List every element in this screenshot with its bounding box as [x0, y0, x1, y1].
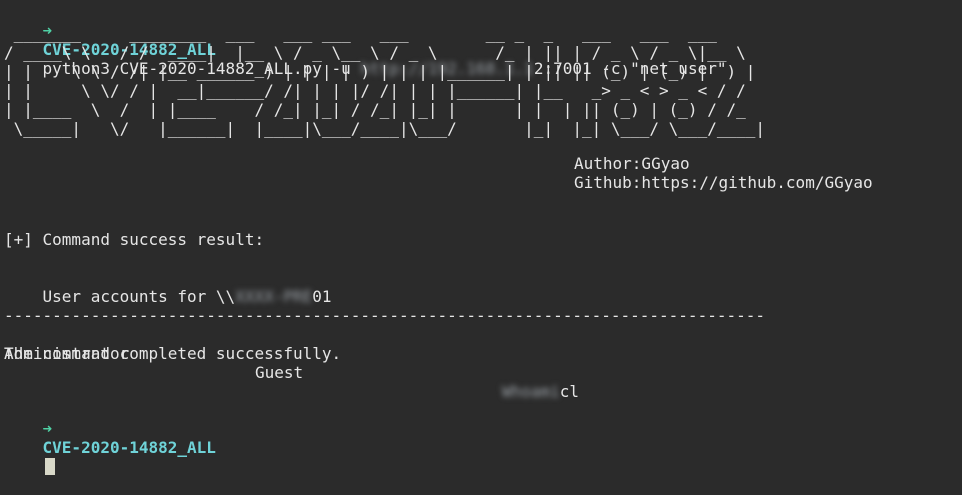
- accounts-row: Administrator Guest Whoamicl: [4, 325, 579, 401]
- account-guest: Guest: [255, 363, 304, 382]
- prompt-line[interactable]: ➜ CVE-2020-14882_ALL: [4, 400, 216, 475]
- account-suffix: cl: [559, 382, 580, 401]
- command-line: ➜ CVE-2020-14882_ALL python3 CVE-2020-14…: [4, 2, 727, 78]
- github-line: Github:https://github.com/GGyao: [574, 173, 873, 192]
- user-accounts-prefix: User accounts for \\: [42, 287, 236, 306]
- completed-message: The command completed successfully.: [4, 344, 342, 363]
- redacted-account: Whoami: [502, 382, 560, 401]
- text-cursor[interactable]: [44, 458, 55, 475]
- user-accounts-line: User accounts for \\XXXX-PRE01: [4, 268, 332, 306]
- redacted-hostname: XXXX-PRE: [235, 287, 313, 306]
- prompt-directory: CVE-2020-14882_ALL: [42, 438, 216, 457]
- ascii-banner: _______ ________ ___ ___ ___ ___ __ _ _ …: [4, 24, 765, 138]
- result-header: [+] Command success result:: [4, 230, 265, 249]
- terminal-window[interactable]: ➜ CVE-2020-14882_ALL python3 CVE-2020-14…: [0, 0, 962, 475]
- hostname-suffix: 01: [312, 287, 332, 306]
- separator-line: ----------------------------------------…: [4, 306, 765, 325]
- author-line: Author:GGyao: [574, 154, 690, 173]
